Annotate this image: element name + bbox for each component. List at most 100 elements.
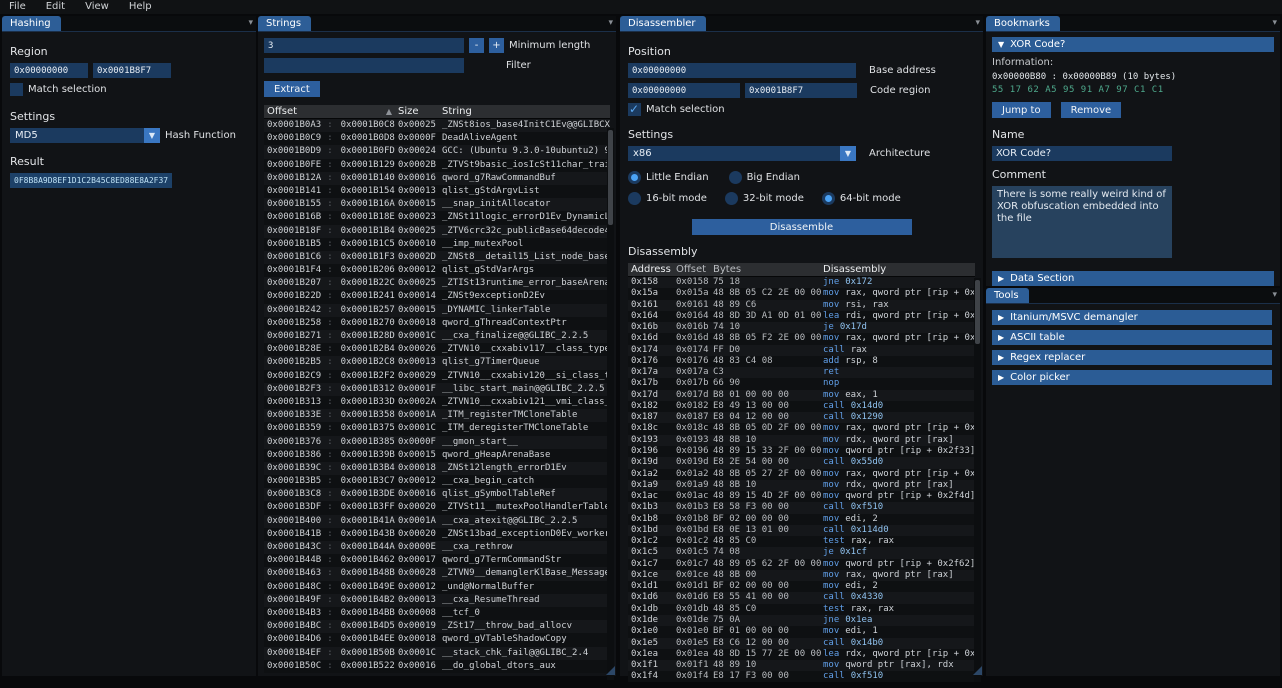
string-row[interactable]: 0x0001B4BC:0x0001B4D5 0x00019 _ZSt17__th…	[264, 620, 610, 633]
string-row[interactable]: 0x0001B386:0x0001B39B 0x00015 qword_gHea…	[264, 449, 610, 462]
size-column-header[interactable]: Size	[398, 105, 442, 118]
bytes-column-header[interactable]: Bytes	[713, 263, 823, 276]
code-region-end-input[interactable]	[745, 83, 857, 98]
radio-icon[interactable]	[725, 192, 738, 205]
offset-column-header[interactable]: Offset	[676, 263, 713, 276]
menu-file[interactable]: File	[0, 0, 35, 14]
string-row[interactable]: 0x0001B33E:0x0001B358 0x0001A _ITM_regis…	[264, 409, 610, 422]
string-row[interactable]: 0x0001B12A:0x0001B140 0x00016 qword_g7Ra…	[264, 172, 610, 185]
string-row[interactable]: 0x0001B2F3:0x0001B312 0x0001F __libc_sta…	[264, 383, 610, 396]
disassembly-row[interactable]: 0x1d1 0x01d1 BF 02 00 00 00 movedi, 2	[628, 581, 975, 592]
disassembly-column-header[interactable]: Disassembly	[823, 263, 975, 276]
mode-radio-16-bit-mode[interactable]: 16-bit mode	[628, 192, 707, 205]
hash-result-field[interactable]	[10, 173, 172, 188]
bookmark-header-collapsed[interactable]: ▶Data Section	[992, 271, 1274, 286]
scrollbar-thumb[interactable]	[608, 130, 613, 225]
string-row[interactable]: 0x0001B49F:0x0001B4B2 0x00013 __cxa_Resu…	[264, 594, 610, 607]
region-start-input[interactable]	[10, 63, 88, 78]
string-row[interactable]: 0x0001B0D9:0x0001B0FD 0x00024 GCC: (Ubun…	[264, 145, 610, 158]
bookmark-comment-textarea[interactable]: There is some really weird kind of XOR o…	[992, 186, 1172, 258]
disassembly-row[interactable]: 0x196 0x0196 48 89 15 33 2F 00 00 movqwo…	[628, 446, 975, 457]
string-row[interactable]: 0x0001B28E:0x0001B2B4 0x00026 _ZTVN10__c…	[264, 343, 610, 356]
disassembly-row[interactable]: 0x164 0x0164 48 8D 3D A1 0D 01 00 leardi…	[628, 311, 975, 322]
disassembly-row[interactable]: 0x1de 0x01de 75 0A jne0x1ea	[628, 615, 975, 626]
string-row[interactable]: 0x0001B313:0x0001B33D 0x0002A _ZTVN10__c…	[264, 396, 610, 409]
string-row[interactable]: 0x0001B41B:0x0001B43B 0x00020 _ZNSt13bad…	[264, 528, 610, 541]
code-region-start-input[interactable]	[628, 83, 740, 98]
address-column-header[interactable]: Address	[628, 263, 676, 276]
radio-icon[interactable]	[628, 171, 641, 184]
disassembly-row[interactable]: 0x1e0 0x01e0 BF 01 00 00 00 movedi, 1	[628, 626, 975, 637]
resize-grip-icon[interactable]	[606, 666, 615, 675]
disassembly-row[interactable]: 0x182 0x0182 E8 49 13 00 00 call0x14d0	[628, 401, 975, 412]
endian-radio-little-endian[interactable]: Little Endian	[628, 171, 709, 184]
tab-bookmarks[interactable]: Bookmarks	[986, 16, 1060, 31]
string-row[interactable]: 0x0001B43C:0x0001B44A 0x0000E __cxa_reth…	[264, 541, 610, 554]
increment-button[interactable]: +	[489, 38, 504, 53]
base-address-input[interactable]	[628, 63, 856, 78]
mode-radio-32-bit-mode[interactable]: 32-bit mode	[725, 192, 804, 205]
disassembly-row[interactable]: 0x1f1 0x01f1 48 89 10 movqword ptr [rax]…	[628, 660, 975, 671]
disassembly-row[interactable]: 0x1f4 0x01f4 E8 17 F3 00 00 call0xf510	[628, 671, 975, 682]
string-row[interactable]: 0x0001B4EF:0x0001B50B 0x0001C __stack_ch…	[264, 647, 610, 660]
string-row[interactable]: 0x0001B359:0x0001B375 0x0001C _ITM_dereg…	[264, 422, 610, 435]
string-row[interactable]: 0x0001B155:0x0001B16A 0x00015 __snap_ini…	[264, 198, 610, 211]
strings-table-header[interactable]: Offset ▲ Size String	[264, 105, 610, 118]
tab-disassembler[interactable]: Disassembler	[620, 16, 706, 31]
region-end-input[interactable]	[93, 63, 171, 78]
string-row[interactable]: 0x0001B376:0x0001B385 0x0000F __gmon_sta…	[264, 436, 610, 449]
disassembly-row[interactable]: 0x1ac 0x01ac 48 89 15 4D 2F 00 00 movqwo…	[628, 491, 975, 502]
string-row[interactable]: 0x0001B400:0x0001B41A 0x0001A __cxa_atex…	[264, 515, 610, 528]
string-row[interactable]: 0x0001B44B:0x0001B462 0x00017 qword_g7Te…	[264, 554, 610, 567]
menu-help[interactable]: Help	[120, 0, 161, 14]
string-row[interactable]: 0x0001B3DF:0x0001B3FF 0x00020 _ZTVSt11__…	[264, 501, 610, 514]
disassembly-row[interactable]: 0x1c2 0x01c2 48 85 C0 testrax, rax	[628, 536, 975, 547]
radio-icon[interactable]	[822, 192, 835, 205]
string-row[interactable]: 0x0001B4D6:0x0001B4EE 0x00018 qword_gVTa…	[264, 633, 610, 646]
disassembly-row[interactable]: 0x1e5 0x01e5 E8 C6 12 00 00 call0x14b0	[628, 638, 975, 649]
disassembly-row[interactable]: 0x1ce 0x01ce 48 8B 00 movrax, qword ptr …	[628, 570, 975, 581]
disassembly-row[interactable]: 0x1d6 0x01d6 E8 55 41 00 00 call0x4330	[628, 592, 975, 603]
string-row[interactable]: 0x0001B50C:0x0001B522 0x00016 __do_globa…	[264, 660, 610, 673]
bookmark-header-expanded[interactable]: ▼ XOR Code?	[992, 37, 1274, 52]
disassembly-row[interactable]: 0x176 0x0176 48 83 C4 08 addrsp, 8	[628, 356, 975, 367]
radio-icon[interactable]	[729, 171, 742, 184]
string-row[interactable]: 0x0001B0A3:0x0001B0C8 0x00025 _ZNSt8ios_…	[264, 119, 610, 132]
string-column-header[interactable]: String	[442, 105, 610, 118]
strings-scrollbar[interactable]	[607, 128, 614, 680]
string-row[interactable]: 0x0001B2B5:0x0001B2C8 0x00013 qlist_g7Ti…	[264, 356, 610, 369]
string-row[interactable]: 0x0001B1F4:0x0001B206 0x00012 qlist_gStd…	[264, 264, 610, 277]
string-row[interactable]: 0x0001B0FE:0x0001B129 0x0002B _ZTVSt9bas…	[264, 159, 610, 172]
string-row[interactable]: 0x0001B48C:0x0001B49E 0x00012 _und@Norma…	[264, 581, 610, 594]
window-menu-icon[interactable]: ▾	[248, 18, 253, 28]
disassembly-row[interactable]: 0x15a 0x015a 48 8B 05 C2 2E 00 00 movrax…	[628, 288, 975, 299]
string-row[interactable]: 0x0001B463:0x0001B48B 0x00028 _ZTVN9__de…	[264, 567, 610, 580]
architecture-combo[interactable]: x86 ▼	[628, 146, 856, 161]
disassembly-row[interactable]: 0x19d 0x019d E8 2E 54 00 00 call0x55d0	[628, 457, 975, 468]
resize-grip-icon[interactable]	[973, 666, 982, 675]
tool-item-color-picker[interactable]: ▶Color picker	[992, 370, 1272, 385]
disassembly-row[interactable]: 0x1a9 0x01a9 48 8B 10 movrdx, qword ptr …	[628, 480, 975, 491]
tab-hashing[interactable]: Hashing	[2, 16, 61, 31]
match-selection-checkbox[interactable]	[10, 83, 23, 96]
string-row[interactable]: 0x0001B207:0x0001B22C 0x00025 _ZTISt13ru…	[264, 277, 610, 290]
scrollbar-thumb[interactable]	[975, 280, 980, 344]
decrement-button[interactable]: -	[469, 38, 484, 53]
string-row[interactable]: 0x0001B1C6:0x0001B1F3 0x0002D _ZNSt8__de…	[264, 251, 610, 264]
disassembly-row[interactable]: 0x17d 0x017d B8 01 00 00 00 moveax, 1	[628, 390, 975, 401]
window-menu-icon[interactable]: ▾	[1272, 290, 1277, 300]
disassembly-row[interactable]: 0x1bd 0x01bd E8 0E 13 01 00 call0x114d0	[628, 525, 975, 536]
disassembly-row[interactable]: 0x1b8 0x01b8 BF 02 00 00 00 movedi, 2	[628, 514, 975, 525]
string-row[interactable]: 0x0001B18F:0x0001B1B4 0x00025 _ZTV6crc32…	[264, 225, 610, 238]
disassembly-row[interactable]: 0x1c5 0x01c5 74 08 je0x1cf	[628, 547, 975, 558]
match-selection-checkbox[interactable]	[628, 103, 641, 116]
string-row[interactable]: 0x0001B22D:0x0001B241 0x00014 _ZNSt9exce…	[264, 290, 610, 303]
string-row[interactable]: 0x0001B4B3:0x0001B4BB 0x00008 __tcf_0	[264, 607, 610, 620]
remove-button[interactable]: Remove	[1061, 102, 1122, 118]
disassembly-row[interactable]: 0x18c 0x018c 48 8B 05 0D 2F 00 00 movrax…	[628, 423, 975, 434]
string-row[interactable]: 0x0001B3C8:0x0001B3DE 0x00016 qlist_gSym…	[264, 488, 610, 501]
string-row[interactable]: 0x0001B242:0x0001B257 0x00015 _DYNAMIC_l…	[264, 304, 610, 317]
endian-radio-big-endian[interactable]: Big Endian	[729, 171, 800, 184]
disassembly-row[interactable]: 0x1db 0x01db 48 85 C0 testrax, rax	[628, 604, 975, 615]
string-row[interactable]: 0x0001B1B5:0x0001B1C5 0x00010 __imp_mute…	[264, 238, 610, 251]
